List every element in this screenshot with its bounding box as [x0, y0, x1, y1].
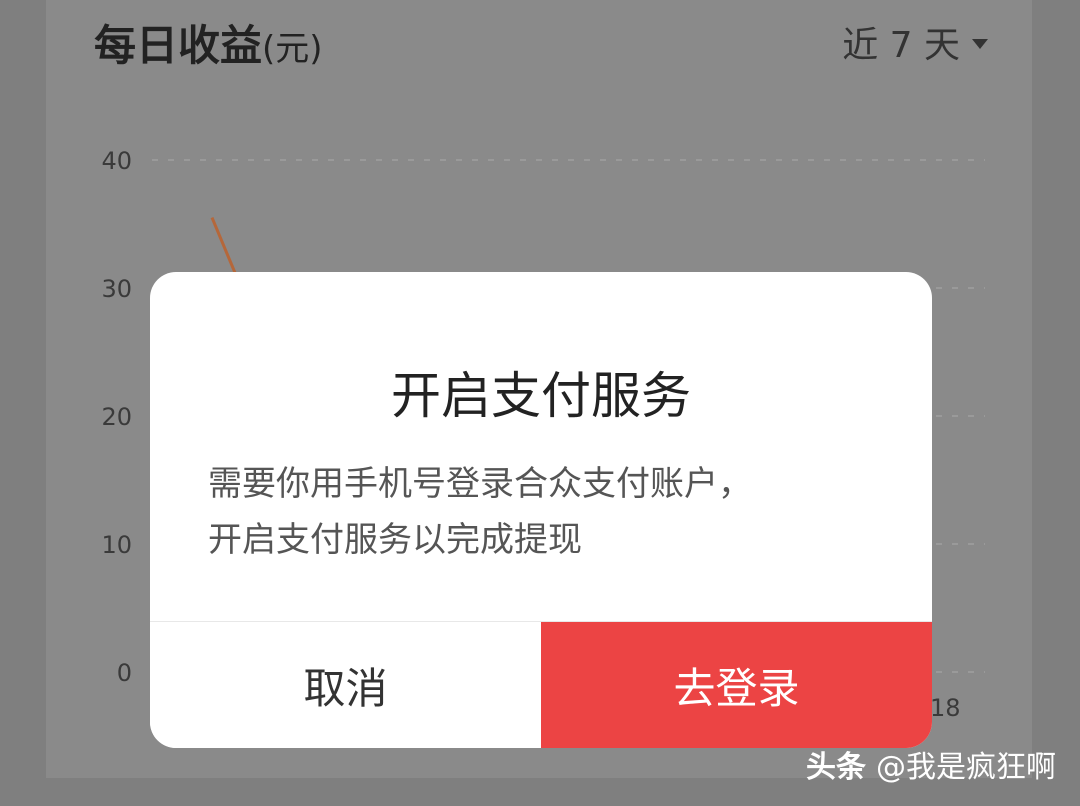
- y-axis-tick-label: 30: [101, 275, 132, 303]
- y-axis-tick-label: 20: [101, 403, 132, 431]
- chart-series: [210, 217, 238, 276]
- dialog-button-row: 取消 去登录: [150, 621, 932, 748]
- x-axis-tick-label: 18: [930, 694, 961, 722]
- watermark-brand: 头条: [806, 750, 866, 785]
- dialog-message-line-1: 需要你用手机号登录合众支付账户，: [208, 464, 752, 504]
- y-axis-tick-label: 10: [101, 531, 132, 559]
- dialog-message: 需要你用手机号登录合众支付账户， 开启支付服务以完成提现: [208, 456, 874, 568]
- go-login-button[interactable]: 去登录: [541, 622, 932, 748]
- y-axis-tick-label: 40: [101, 147, 132, 175]
- series-line: [210, 217, 238, 276]
- dialog-title: 开启支付服务: [391, 367, 691, 425]
- cancel-button[interactable]: 取消: [150, 622, 541, 748]
- y-axis-tick-label: 0: [117, 659, 132, 687]
- watermark-handle: @我是疯狂啊: [876, 750, 1056, 785]
- watermark: 头条 @我是疯狂啊: [806, 742, 1056, 786]
- enable-payment-dialog: 开启支付服务 需要你用手机号登录合众支付账户， 开启支付服务以完成提现 取消 去…: [150, 272, 932, 748]
- y-axis-ticks: 40 30 20 10 0: [101, 147, 132, 687]
- dialog-message-line-2: 开启支付服务以完成提现: [208, 520, 582, 560]
